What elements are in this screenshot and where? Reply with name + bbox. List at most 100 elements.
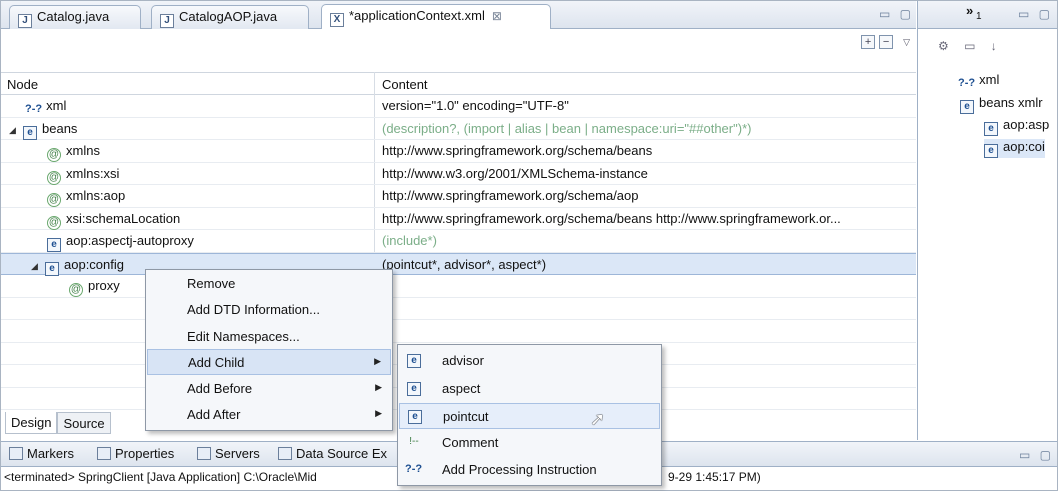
editor-toolbar: + − ▽ bbox=[861, 33, 910, 51]
node-content: (description?, (import | alias | bean | … bbox=[382, 120, 752, 136]
menu-item-label: Add After bbox=[187, 407, 241, 422]
menu-item-remove[interactable]: Remove bbox=[147, 271, 391, 297]
xml-file-icon: X bbox=[330, 13, 344, 27]
tab-servers[interactable]: Servers bbox=[197, 446, 260, 461]
sort-icon[interactable]: ⚙ ▭ ↓ bbox=[938, 39, 1003, 53]
outline-item[interactable]: ?-? xml bbox=[958, 72, 999, 91]
outline-item-label: beans xmlr bbox=[979, 95, 1043, 110]
menu-item-label: Add Processing Instruction bbox=[442, 462, 597, 477]
menu-item-add-child[interactable]: Add Child ▶ bbox=[147, 349, 391, 375]
menu-item-label: aspect bbox=[442, 381, 481, 396]
properties-icon bbox=[97, 447, 111, 460]
processing-instruction-icon: ?-? bbox=[958, 77, 976, 89]
outline-item[interactable]: e aop:asp bbox=[984, 117, 1049, 136]
context-menu: Remove Add DTD Information... Edit Names… bbox=[145, 269, 393, 431]
collapse-all-icon[interactable]: − bbox=[879, 35, 894, 49]
editor-mode-tabs: Design Source bbox=[5, 412, 111, 434]
table-row[interactable]: @ xmlns:xsi http://www.w3.org/2001/XMLSch… bbox=[1, 163, 916, 185]
table-row[interactable]: ◢ e beans (description?, (import | alias |… bbox=[1, 118, 916, 140]
element-icon: e bbox=[407, 354, 421, 368]
table-row-selected[interactable]: ◢ e aop:config (pointcut*, advisor*, aspec… bbox=[1, 252, 916, 276]
tab-application-context-xml[interactable]: X *applicationContext.xml ⊠ bbox=[321, 4, 551, 29]
tab-source[interactable]: Source bbox=[57, 412, 111, 434]
submenu-item-advisor[interactable]: e advisor bbox=[399, 348, 660, 374]
close-icon[interactable]: ⊠ bbox=[492, 9, 502, 23]
submenu-arrow-icon: ▶ bbox=[374, 356, 381, 366]
expand-toggle-icon[interactable]: ◢ bbox=[31, 261, 41, 272]
servers-icon bbox=[197, 447, 211, 460]
window-controls-icon[interactable]: ▭ ▢ bbox=[879, 7, 914, 21]
element-icon: e bbox=[47, 238, 61, 252]
tab-label: Catalog.java bbox=[37, 9, 110, 24]
attribute-icon: @ bbox=[69, 283, 83, 297]
mouse-cursor-icon: ➚ bbox=[590, 409, 606, 429]
menu-item-label: Remove bbox=[187, 276, 236, 291]
node-content: http://www.springframework.org/schema/ao… bbox=[382, 188, 639, 203]
node-content: http://www.w3.org/2001/XMLSchema-instanc… bbox=[382, 165, 648, 181]
tab-label: *applicationContext.xml bbox=[349, 8, 485, 23]
submenu-item-comment[interactable]: !-- Comment bbox=[399, 430, 660, 456]
menu-item-label: Add Before bbox=[187, 381, 253, 396]
outline-toolbar: ⚙ ▭ ↓ bbox=[938, 39, 1003, 53]
content-column-header[interactable]: Content bbox=[382, 77, 428, 92]
table-row[interactable]: @ xmlns:aop http://www.springframework.or… bbox=[1, 185, 916, 208]
menu-item-label: Add Child bbox=[188, 355, 245, 370]
node-name: beans bbox=[42, 120, 78, 136]
window-controls-icon[interactable]: ▭ ▢ bbox=[1019, 448, 1054, 462]
menu-item-edit-namespaces[interactable]: Edit Namespaces... bbox=[147, 324, 391, 350]
tab-label: Servers bbox=[215, 446, 260, 461]
expand-toggle-icon[interactable]: ◢ bbox=[9, 125, 19, 136]
table-header: Node Content bbox=[1, 72, 916, 95]
menu-item-add-after[interactable]: Add After ▶ bbox=[147, 402, 391, 428]
menu-item-label: Add DTD Information... bbox=[187, 302, 320, 317]
table-row[interactable]: @ proxy e bbox=[1, 275, 916, 298]
table-row bbox=[1, 298, 916, 320]
outline-item-label: aop:asp bbox=[1003, 117, 1050, 132]
view-menu-icon[interactable]: ▽ bbox=[903, 37, 910, 48]
window-controls-icon[interactable]: ▭ ▢ bbox=[1018, 7, 1053, 21]
markers-icon bbox=[9, 447, 23, 460]
console-time: 9-29 1:45:17 PM) bbox=[668, 470, 761, 484]
processing-instruction-icon: ?-? bbox=[25, 103, 43, 115]
outline-item[interactable]: e beans xmlr bbox=[960, 95, 1043, 114]
java-file-icon: J bbox=[160, 14, 174, 28]
menu-item-label: pointcut bbox=[443, 409, 489, 424]
outline-view: ⚙ ▭ ↓ ?-? xml e beans xmlr e aop:asp e aop:c… bbox=[917, 29, 1057, 440]
submenu-item-add-processing-instruction[interactable]: ?-? Add Processing Instruction bbox=[399, 457, 660, 483]
node-content: (pointcut*, advisor*, aspect*) bbox=[382, 256, 547, 272]
node-name: aop:config bbox=[64, 256, 124, 272]
node-content: version="1.0" encoding="UTF-8" bbox=[382, 98, 569, 113]
tab-catalog-java[interactable]: J Catalog.java bbox=[9, 5, 141, 29]
table-row[interactable]: @ xmlns http://www.springframework.org/sc… bbox=[1, 140, 916, 163]
attribute-icon: @ bbox=[47, 193, 61, 207]
java-file-icon: J bbox=[18, 14, 32, 28]
outline-item-selected[interactable]: e aop:coi bbox=[984, 139, 1045, 158]
tab-catalogaop-java[interactable]: J CatalogAOP.java bbox=[151, 5, 309, 29]
menu-item-add-dtd-information[interactable]: Add DTD Information... bbox=[147, 297, 391, 323]
tab-label: Data Source Ex bbox=[296, 446, 388, 461]
attribute-icon: @ bbox=[47, 170, 61, 185]
menu-item-add-before[interactable]: Add Before ▶ bbox=[147, 376, 391, 402]
element-icon: e bbox=[45, 261, 59, 276]
tab-design[interactable]: Design bbox=[5, 412, 58, 434]
expand-all-icon[interactable]: + bbox=[861, 35, 876, 49]
tab-markers[interactable]: Markers bbox=[9, 446, 74, 461]
more-views-icon[interactable]: » bbox=[966, 3, 973, 18]
table-row[interactable]: @ xsi:schemaLocation http://www.springfra… bbox=[1, 208, 916, 230]
data-source-icon bbox=[278, 447, 292, 460]
submenu-item-aspect[interactable]: e aspect bbox=[399, 376, 660, 402]
table-row[interactable]: ?-? xml version="1.0" encoding="UTF-8" bbox=[1, 95, 916, 118]
attribute-icon: @ bbox=[47, 148, 61, 162]
tab-properties[interactable]: Properties bbox=[97, 446, 174, 461]
element-icon: e bbox=[984, 144, 998, 158]
submenu-item-pointcut[interactable]: e pointcut bbox=[399, 403, 660, 429]
tab-data-source-explorer[interactable]: Data Source Ex bbox=[278, 446, 387, 461]
node-content: http://www.springframework.org/schema/be… bbox=[382, 143, 653, 158]
node-column-header[interactable]: Node bbox=[7, 77, 38, 92]
menu-item-label: Edit Namespaces... bbox=[187, 329, 300, 344]
node-name: xml bbox=[46, 98, 67, 113]
hidden-views-count: 1 bbox=[976, 11, 982, 22]
table-row[interactable]: e aop:aspectj-autoproxy (include*) bbox=[1, 230, 916, 253]
submenu-arrow-icon: ▶ bbox=[375, 382, 382, 392]
element-icon: e bbox=[408, 410, 422, 424]
